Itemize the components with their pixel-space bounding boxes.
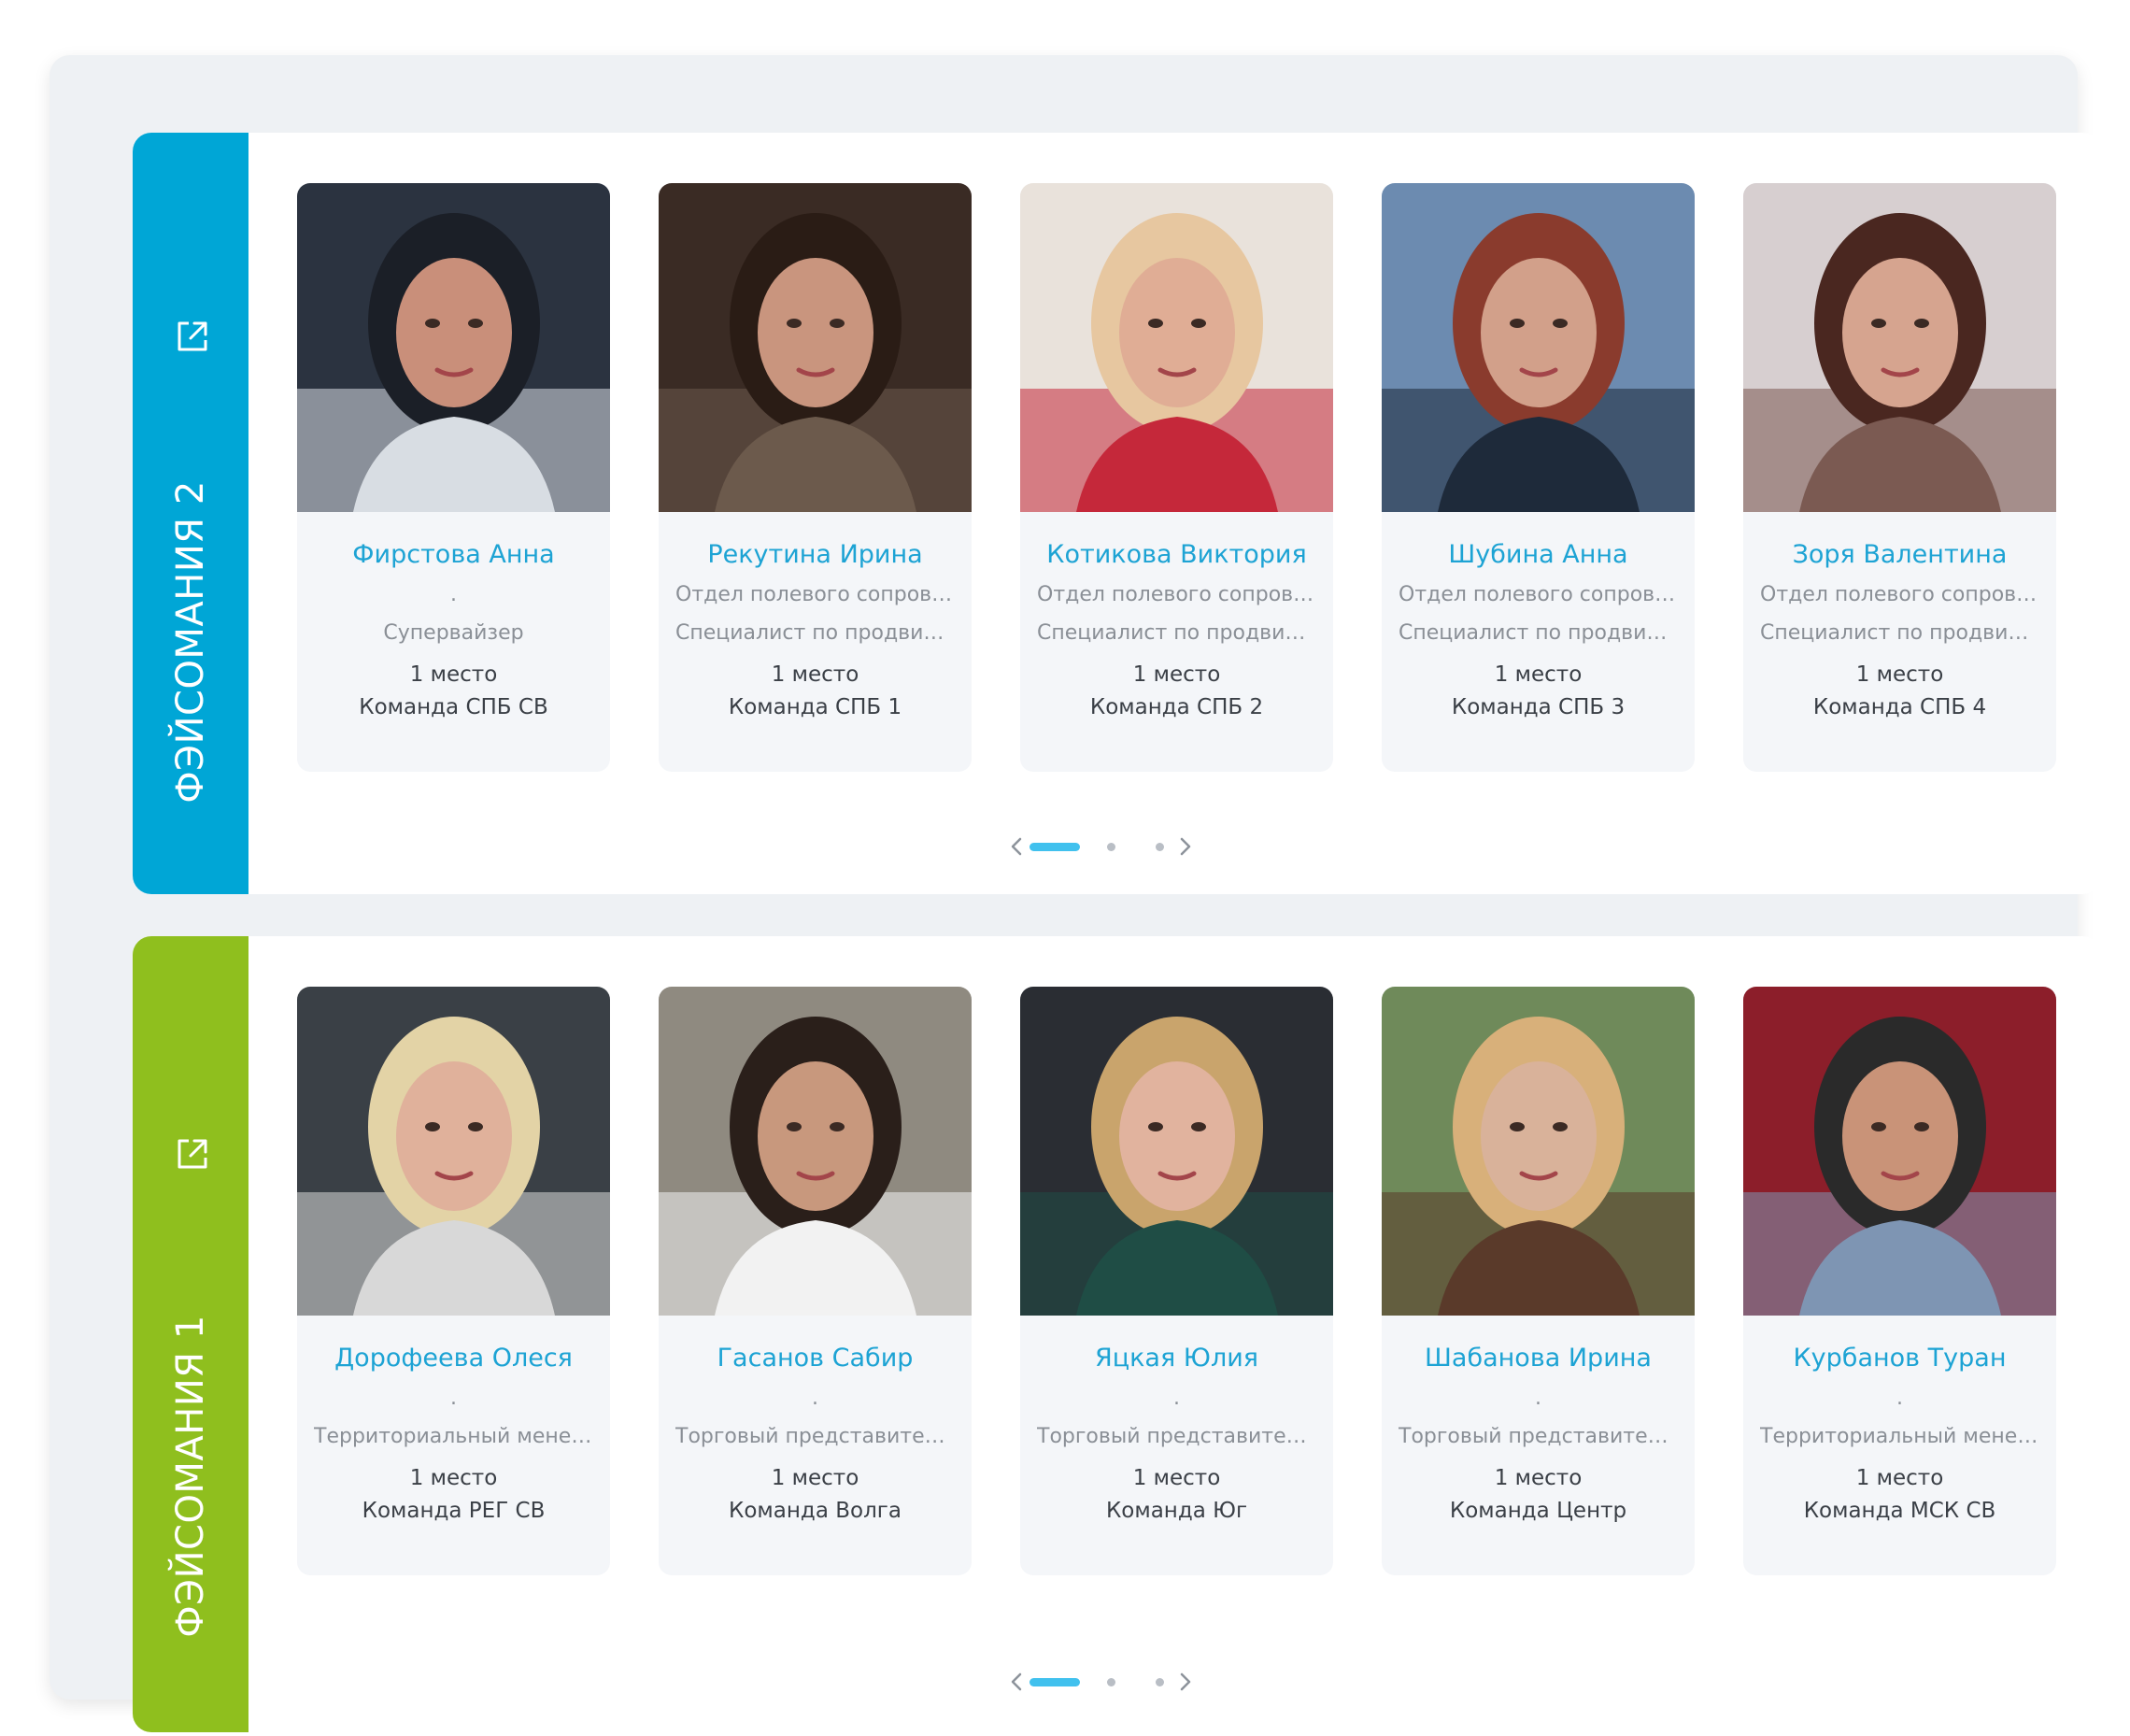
employee-name[interactable]: Яцкая Юлия [1020,1344,1333,1373]
employee-position: Специалист по продвиже... [1037,621,1316,645]
employee-team: Команда СПБ СВ [359,695,548,719]
employee-department: . [1173,1387,1180,1410]
employee-name[interactable]: Фирстова Анна [297,540,610,569]
employee-department: Отдел полевого сопровож... [1037,583,1316,606]
employee-card[interactable]: Гасанов Сабир . Торговый представитель (… [659,987,972,1575]
employee-place: 1 место [409,1466,498,1490]
employee-department: . [812,1387,818,1410]
employee-card[interactable]: Шабанова Ирина . Торговый представитель … [1382,987,1695,1575]
employee-place: 1 место [1855,1466,1944,1490]
person-photo [1020,987,1333,1316]
employee-department: . [1535,1387,1541,1410]
employee-place: 1 место [409,662,498,687]
employee-team: Команда Юг [1105,1499,1248,1523]
contest-panel-facemania-2: ФЭЙСОМАНИЯ 2 Фирстова Анна . Супервайзер… [133,133,2101,894]
employee-place: 1 место [1494,1466,1583,1490]
contest-panel-facemania-1: ФЭЙСОМАНИЯ 1 Дорофеева Олеся . Территори… [133,936,2101,1732]
contest-side-banner: ФЭЙСОМАНИЯ 2 [133,133,248,894]
employee-place: 1 место [1494,662,1583,687]
employee-name[interactable]: Шубина Анна [1382,540,1695,569]
employee-department: Отдел полевого сопровож... [675,583,955,606]
person-photo [1020,183,1333,512]
employee-team: Команда Центр [1449,1499,1627,1523]
cards-row: Дорофеева Олеся . Территориальный менедж… [297,987,2072,1575]
pager-dot[interactable] [1156,843,1164,851]
cards-row: Фирстова Анна . Супервайзер 1 место Кома… [297,183,2072,772]
employee-position: Специалист по продвиже... [675,621,955,645]
employee-name[interactable]: Рекутина Ирина [659,540,972,569]
person-photo [659,987,972,1316]
chevron-left-icon[interactable] [1010,836,1023,857]
person-photo [659,183,972,512]
employee-card[interactable]: Яцкая Юлия . Торговый представитель (...… [1020,987,1333,1575]
employee-department: Отдел полевого сопровож... [1399,583,1678,606]
employee-team: Команда СПБ 3 [1451,695,1626,719]
pager-dot[interactable] [1156,1678,1164,1686]
pager-dot-active[interactable] [1030,1678,1080,1686]
employee-team: Команда МСК СВ [1803,1499,1996,1523]
external-link-icon[interactable] [174,318,211,355]
employee-card[interactable]: Шубина Анна Отдел полевого сопровож... С… [1382,183,1695,772]
employee-place: 1 место [1132,1466,1221,1490]
employee-card[interactable]: Курбанов Туран . Территориальный менедж.… [1743,987,2056,1575]
employee-card[interactable]: Фирстова Анна . Супервайзер 1 место Кома… [297,183,610,772]
employee-position: Специалист по продвиже... [1760,621,2039,645]
employee-position: Торговый представитель (... [1399,1425,1678,1448]
person-photo [297,987,610,1316]
employee-position: Торговый представитель (... [1037,1425,1316,1448]
person-photo [1382,987,1695,1316]
employee-team: Команда СПБ 4 [1812,695,1987,719]
leaderboard-container: ФЭЙСОМАНИЯ 2 Фирстова Анна . Супервайзер… [50,55,2101,1732]
chevron-right-icon[interactable] [1179,836,1192,857]
employee-position: Супервайзер [383,621,524,645]
employee-position: Торговый представитель (... [675,1425,955,1448]
employee-department: . [1896,1387,1903,1410]
employee-department: . [450,1387,457,1410]
employee-team: Команда СПБ 2 [1089,695,1264,719]
employee-team: Команда СПБ 1 [728,695,902,719]
pager-dot-active[interactable] [1030,843,1080,851]
person-photo [1743,987,2056,1316]
contest-title: ФЭЙСОМАНИЯ 1 [169,1315,212,1638]
employee-position: Специалист по продвиже... [1399,621,1678,645]
employee-position: Территориальный менедж... [1760,1425,2039,1448]
employee-name[interactable]: Гасанов Сабир [659,1344,972,1373]
employee-card[interactable]: Зоря Валентина Отдел полевого сопровож..… [1743,183,2056,772]
employee-name[interactable]: Зоря Валентина [1743,540,2056,569]
employee-place: 1 место [771,1466,859,1490]
carousel-pager [133,1668,2101,1696]
person-photo [297,183,610,512]
external-link-icon[interactable] [174,1135,211,1173]
employee-name[interactable]: Курбанов Туран [1743,1344,2056,1373]
employee-department: Отдел полевого сопровож... [1760,583,2039,606]
person-photo [1743,183,2056,512]
employee-name[interactable]: Дорофеева Олеся [297,1344,610,1373]
employee-place: 1 место [771,662,859,687]
carousel-pager [133,832,2101,861]
pager-dot[interactable] [1107,843,1115,851]
contest-side-banner: ФЭЙСОМАНИЯ 1 [133,936,248,1732]
person-photo [1382,183,1695,512]
pager-dot[interactable] [1107,1678,1115,1686]
employee-place: 1 место [1132,662,1221,687]
chevron-right-icon[interactable] [1179,1672,1192,1692]
employee-card[interactable]: Рекутина Ирина Отдел полевого сопровож..… [659,183,972,772]
employee-name[interactable]: Шабанова Ирина [1382,1344,1695,1373]
chevron-left-icon[interactable] [1010,1672,1023,1692]
employee-department: . [450,583,457,606]
employee-card[interactable]: Котикова Виктория Отдел полевого сопрово… [1020,183,1333,772]
employee-name[interactable]: Котикова Виктория [1020,540,1333,569]
contest-title: ФЭЙСОМАНИЯ 2 [169,480,212,804]
employee-position: Территориальный менедж... [314,1425,593,1448]
employee-place: 1 место [1855,662,1944,687]
employee-team: Команда РЕГ СВ [362,1499,546,1523]
employee-team: Команда Волга [729,1499,902,1523]
employee-card[interactable]: Дорофеева Олеся . Территориальный менедж… [297,987,610,1575]
